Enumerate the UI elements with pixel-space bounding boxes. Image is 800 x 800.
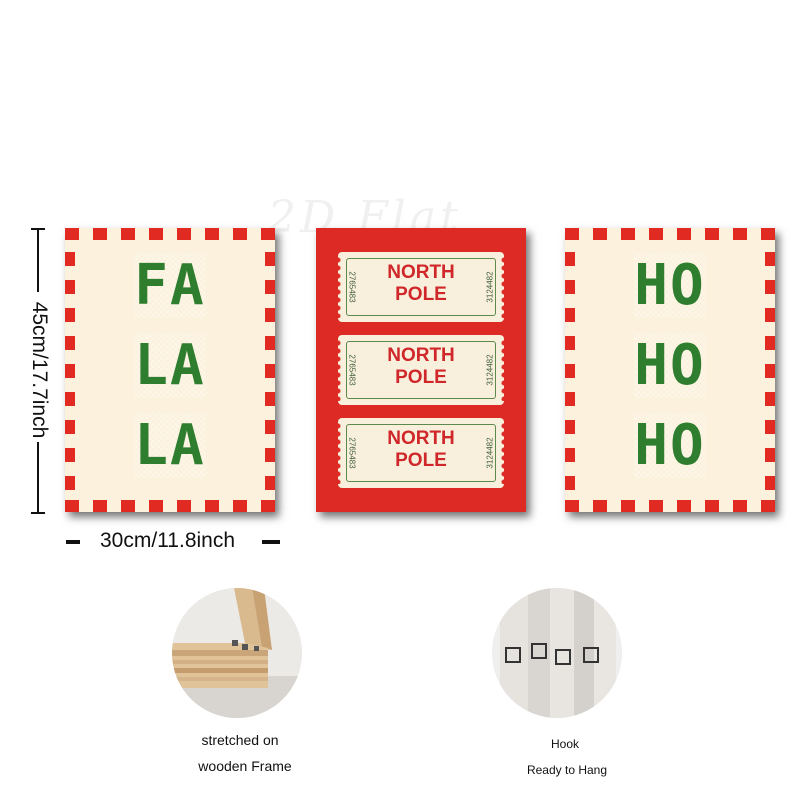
- ticket-line2: POLE: [395, 367, 447, 388]
- ticket: 2765483 3124482 NORTH POLE: [338, 252, 504, 322]
- stripe-square: [65, 500, 79, 512]
- stripe-square: [705, 500, 719, 512]
- stripe-square: [177, 228, 191, 240]
- stripe-square: [733, 500, 747, 512]
- panel-fa-la-la: FA LA LA: [65, 228, 275, 512]
- stripe-square: [93, 500, 107, 512]
- hook-illustration: [492, 588, 622, 718]
- stripe-square: [761, 228, 775, 240]
- stripe-square: [177, 500, 191, 512]
- stitch-word-1: HO: [565, 253, 775, 318]
- stripe-square: [565, 392, 575, 406]
- stripe-square: [121, 228, 135, 240]
- stripe-square: [205, 500, 219, 512]
- stripe-square: [233, 228, 247, 240]
- stripe-square: [565, 228, 579, 240]
- width-dimension-dash-right: [262, 540, 280, 544]
- height-dimension-cap-top: [31, 228, 45, 230]
- stripe-square: [593, 228, 607, 240]
- stripe-square: [261, 500, 275, 512]
- stripe-square: [677, 500, 691, 512]
- ticket-line1: NORTH: [387, 262, 455, 283]
- stripe-square: [149, 500, 163, 512]
- stripe-square: [205, 228, 219, 240]
- height-dimension-cap-bottom: [31, 512, 45, 514]
- stripe-square: [621, 228, 635, 240]
- stitch-word-3: HO: [565, 413, 775, 478]
- ticket-line2: POLE: [395, 450, 447, 471]
- stripe-square: [705, 228, 719, 240]
- stripe-square: [121, 500, 135, 512]
- width-label: 30cm/11.8inch: [100, 529, 236, 552]
- stripe-square: [649, 500, 663, 512]
- stripe-square: [65, 476, 75, 490]
- wooden-frame-illustration: [172, 588, 302, 718]
- stitch-text: HO: [634, 253, 706, 318]
- stitch-word-3: LA: [65, 413, 275, 478]
- ticket-line2: POLE: [395, 284, 447, 305]
- hook-caption-line2: Ready to Hang: [526, 763, 608, 777]
- height-label: 45cm/17.7inch: [28, 301, 51, 439]
- stripe-square: [265, 392, 275, 406]
- stripe-square: [261, 228, 275, 240]
- stripe-square: [765, 476, 775, 490]
- hook-photo: [492, 588, 622, 718]
- stripe-square: [649, 228, 663, 240]
- panel-north-pole: 2765483 3124482 NORTH POLE 2765483 31244…: [316, 228, 526, 512]
- stripe-square: [761, 500, 775, 512]
- stripe-square: [593, 500, 607, 512]
- panel-ho-ho-ho: HO HO HO: [565, 228, 775, 512]
- stitch-text: HO: [634, 333, 706, 398]
- stripe-square: [65, 392, 75, 406]
- stripe-square: [621, 500, 635, 512]
- ticket-line1: NORTH: [387, 345, 455, 366]
- frame-caption-line1: stretched on: [201, 732, 279, 748]
- hook-caption-line1: Hook: [550, 737, 579, 751]
- width-dimension-dash-left: [66, 540, 80, 544]
- stitch-text: LA: [134, 333, 206, 398]
- stitch-text: LA: [134, 413, 206, 478]
- stripe-square: [733, 228, 747, 240]
- ticket-text: NORTH POLE: [338, 262, 504, 306]
- stitch-text: HO: [634, 413, 706, 478]
- stripe-square: [765, 392, 775, 406]
- stitch-text: FA: [134, 253, 206, 318]
- stripe-square: [149, 228, 163, 240]
- ticket-notch: [506, 323, 516, 333]
- stripe-square: [677, 228, 691, 240]
- frame-caption-line2: wooden Frame: [198, 758, 292, 774]
- stripe-square: [233, 500, 247, 512]
- stripe-square: [565, 500, 579, 512]
- ticket-notch: [326, 406, 336, 416]
- stitch-word-2: LA: [65, 333, 275, 398]
- ticket: 2765483 3124482 NORTH POLE: [338, 418, 504, 488]
- ticket-notch: [326, 323, 336, 333]
- stripe-square: [265, 476, 275, 490]
- ticket: 2765483 3124482 NORTH POLE: [338, 335, 504, 405]
- ticket-text: NORTH POLE: [338, 345, 504, 389]
- ticket-text: NORTH POLE: [338, 428, 504, 472]
- stitch-word-2: HO: [565, 333, 775, 398]
- ticket-notch: [506, 406, 516, 416]
- stripe-square: [565, 476, 575, 490]
- wooden-frame-photo: [172, 588, 302, 718]
- stripe-square: [93, 228, 107, 240]
- ticket-line1: NORTH: [387, 428, 455, 449]
- stripe-square: [65, 228, 79, 240]
- stitch-word-1: FA: [65, 253, 275, 318]
